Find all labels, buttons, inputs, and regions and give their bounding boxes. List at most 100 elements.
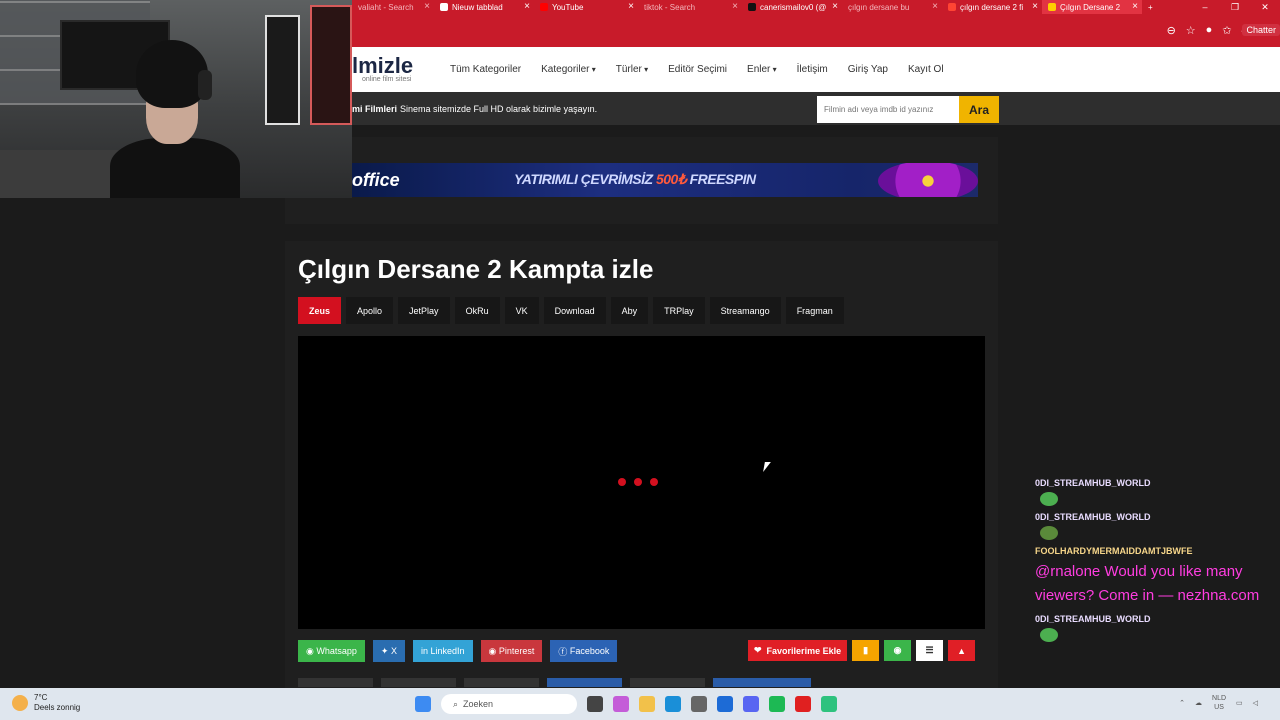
menu-contact[interactable]: İletişim [797,64,828,75]
app-icon[interactable] [821,696,837,712]
site-logo[interactable]: lmizle online film sitesi [352,54,432,84]
spotify-icon[interactable] [769,696,785,712]
star-icon[interactable]: ☆ [1186,24,1196,37]
share-linkedin-button[interactable]: in LinkedIn [412,640,473,662]
cut-off-button[interactable] [381,678,456,687]
cut-off-button[interactable] [713,678,811,687]
source-tab-trplay[interactable]: TRPlay [653,297,705,324]
close-window-icon[interactable]: ✕ [1250,0,1280,14]
search-button[interactable]: Ara [959,96,999,123]
chat-username: FOOLHARDYMERMAIDDAMTJBWFE [1035,546,1193,556]
facebook-icon: ⓕ [558,646,570,657]
source-tab-jetplay[interactable]: JetPlay [398,297,450,324]
menu-editors-choice[interactable]: Editör Seçimi [668,64,727,75]
menu-categories[interactable]: Kategoriler [541,64,596,75]
source-tab-vk[interactable]: VK [504,297,539,324]
network-icon[interactable]: ▭ [1236,699,1243,707]
watched-button[interactable]: ◉ [884,640,912,661]
maximize-icon[interactable]: ❐ [1220,0,1250,14]
menu-genres[interactable]: Türler [616,64,648,75]
tab-active-movie[interactable]: Çılgın Dersane 2 × [1042,0,1142,14]
tab-tiktok-profile[interactable]: canerismailov0 (@ × [742,0,842,14]
weather-widget[interactable]: 7°C Deels zonnig [12,693,80,713]
menu-login[interactable]: Giriş Yap [848,64,888,75]
add-favorite-button[interactable]: ❤ Favorilerime Ekle [748,640,848,661]
share-label: Facebook [569,646,610,656]
weather-icon [12,695,28,711]
spin-wheel-graphic [878,163,978,197]
share-facebook-button[interactable]: ⓕ Facebook [550,640,618,662]
close-icon[interactable]: × [732,1,738,12]
stream-chat: 0DI_STREAMHUB_WORLD 0DI_STREAMHUB_WORLD … [1035,478,1265,648]
cut-off-button[interactable] [547,678,622,687]
tab-youtube[interactable]: YouTube × [534,0,638,14]
extension-chatter-button[interactable]: Chatter [1242,24,1280,36]
site-header: lmizle online film sitesi Tüm Kategorile… [352,47,1280,92]
source-tab-download[interactable]: Download [543,297,606,324]
volume-icon[interactable]: ◁ [1253,699,1258,707]
tab-valiaht-search[interactable]: valiaht - Search × [352,0,434,14]
tab-label: YouTube [552,2,584,12]
source-tab-apollo[interactable]: Apollo [346,297,394,324]
more-icon[interactable]: ⊖ [1167,24,1176,37]
store-icon[interactable] [691,696,707,712]
app-icon[interactable] [795,696,811,712]
report-button[interactable]: ▲ [948,640,976,661]
close-icon[interactable]: × [832,1,838,12]
close-icon[interactable]: × [1132,1,1138,12]
site-icon [1048,3,1056,11]
tab-label: Nieuw tabblad [452,2,503,12]
source-tab-fragman[interactable]: Fragman [785,297,844,324]
tab-yandex-cilgin[interactable]: çılgın dersane 2 fi × [942,0,1042,14]
profile-icon[interactable]: ● [1206,24,1213,37]
close-icon[interactable]: × [424,1,430,12]
video-player[interactable] [298,336,985,629]
clock[interactable] [1268,699,1270,708]
cut-off-button[interactable] [464,678,539,687]
edge-icon[interactable] [665,696,681,712]
tab-tiktok-search[interactable]: tiktok - Search × [638,0,742,14]
language-indicator[interactable]: NLD US [1212,694,1226,712]
start-icon[interactable] [415,696,431,712]
bookmark-button[interactable]: ▮ [852,640,880,661]
watchlist-button[interactable]: ☰ [916,640,944,661]
logo-tagline: online film sitesi [362,75,412,83]
new-tab-button[interactable]: + [1142,0,1166,14]
share-label: X [390,646,397,656]
close-icon[interactable]: × [628,1,634,12]
close-icon[interactable]: × [1032,1,1038,12]
menu-all-categories[interactable]: Tüm Kategoriler [450,64,521,75]
warning-icon: ▲ [957,645,967,656]
menu-register[interactable]: Kayıt Ol [908,64,944,75]
close-icon[interactable]: × [932,1,938,12]
share-pinterest-button[interactable]: ◉ Pinterest [480,640,543,662]
source-tab-streamango[interactable]: Streamango [709,297,781,324]
task-view-icon[interactable] [587,696,603,712]
loading-spinner [618,478,658,486]
tab-new-tab[interactable]: Nieuw tabblad × [434,0,534,14]
tab-search-cilgin[interactable]: çılgın dersane bu × [842,0,942,14]
outlook-icon[interactable] [717,696,733,712]
copilot-icon[interactable] [613,696,629,712]
tab-label: Çılgın Dersane 2 [1060,2,1121,12]
ad-banner[interactable]: office YATIRIMLI ÇEVRİMSİZ 500₺ FREESPIN [352,163,978,197]
menu-top[interactable]: Enler [747,64,777,75]
cut-off-button[interactable] [630,678,705,687]
source-tab-okru[interactable]: OkRu [454,297,500,324]
tab-label: valiaht - Search [358,2,414,12]
source-tab-zeus[interactable]: Zeus [298,297,342,324]
minimize-icon[interactable]: – [1190,0,1220,14]
source-tab-aby[interactable]: Aby [610,297,649,324]
discord-icon[interactable] [743,696,759,712]
favorites-icon[interactable]: ✩ [1222,24,1231,37]
search-input[interactable] [817,96,959,123]
cloud-icon[interactable]: ☁ [1195,699,1202,707]
close-icon[interactable]: × [524,1,530,12]
taskbar-search[interactable]: ⌕ Zoeken [441,694,577,714]
file-explorer-icon[interactable] [639,696,655,712]
chevron-up-icon[interactable]: ⌃ [1179,699,1185,707]
share-x-button[interactable]: ✦ X [372,640,405,662]
share-whatsapp-button[interactable]: ◉ Whatsapp [298,640,365,662]
banner-brand: office [352,170,400,190]
cut-off-button[interactable] [298,678,373,687]
